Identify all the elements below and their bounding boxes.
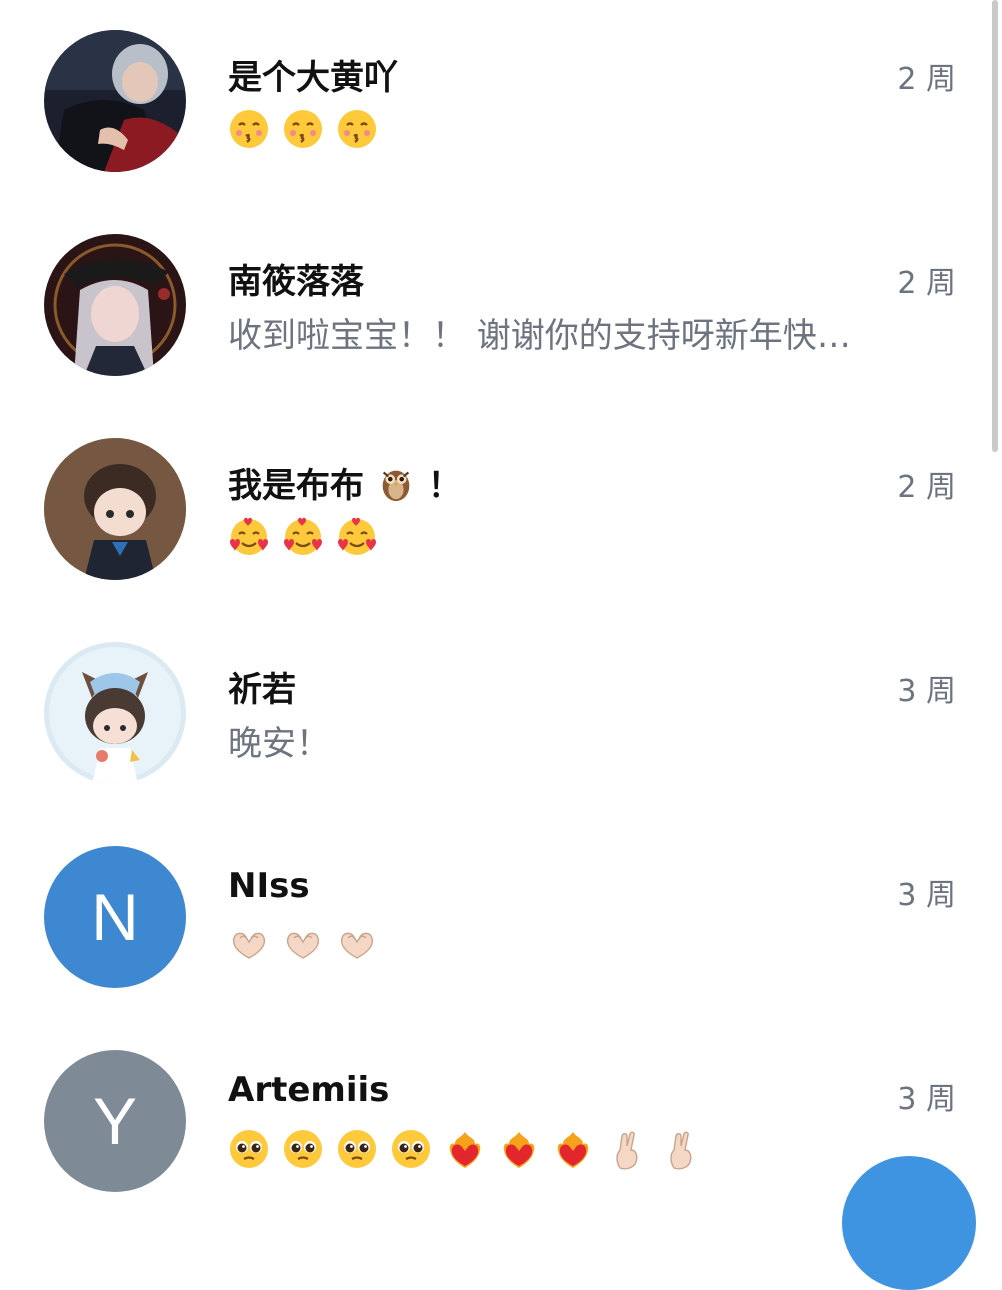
crossed-fingers-emoji [616, 1131, 638, 1170]
chat-preview [228, 516, 378, 558]
chat-row[interactable]: 我是布布 ！ 2 周 [0, 408, 980, 608]
chat-name: 我是布布 ！ [228, 458, 462, 507]
chat-name-suffix: ！ [427, 466, 462, 506]
chat-name: 南筱落落 [228, 262, 364, 302]
chat-name: 是个大黄吖 [228, 58, 398, 98]
kissing-face-emoji [338, 110, 376, 148]
chat-name: NIss [228, 866, 310, 906]
chat-preview: 晚安！ [228, 724, 330, 764]
smiling-face-with-hearts-emoji [284, 517, 322, 555]
owl-emoji [382, 470, 410, 502]
chat-preview [228, 924, 378, 966]
chat-row[interactable]: N NIss 3 周 [0, 816, 980, 1016]
heart-hands-emoji [232, 932, 266, 959]
chat-preview: 收到啦宝宝！！ 谢谢你的支持呀新年快乐！ [228, 316, 878, 356]
pleading-face-emoji [230, 1130, 268, 1168]
smiling-face-with-hearts-emoji [338, 517, 376, 555]
heart-hands-emoji [340, 932, 374, 959]
pleading-face-emoji [284, 1130, 322, 1168]
avatar: N [44, 846, 186, 988]
chat-time: 2 周 [897, 470, 956, 505]
avatar [44, 234, 186, 376]
heart-hands-emoji [286, 932, 320, 959]
chat-name-text: 我是布布 [228, 466, 364, 506]
pleading-face-emoji [338, 1130, 376, 1168]
avatar: Y [44, 1050, 186, 1192]
heart-on-fire-emoji [503, 1132, 535, 1168]
chat-name: Artemiis [228, 1070, 390, 1110]
kissing-face-emoji [230, 110, 268, 148]
chat-preview [228, 108, 378, 150]
kissing-face-emoji [284, 110, 322, 148]
chat-list[interactable]: 是个大黄吖 2 周 南筱落落 2 周 收到啦宝宝！！ 谢谢你的支持呀新年快乐！ [0, 0, 1002, 1200]
avatar-image [44, 30, 186, 172]
chat-preview [228, 1128, 702, 1170]
avatar [44, 30, 186, 172]
avatar-image [44, 438, 186, 580]
avatar-letter: N [44, 846, 186, 988]
compose-button[interactable] [842, 1156, 976, 1290]
chat-row[interactable]: 祈若 3 周 晚安！ [0, 612, 980, 812]
chat-row[interactable]: 南筱落落 2 周 收到啦宝宝！！ 谢谢你的支持呀新年快乐！ [0, 204, 980, 404]
avatar [44, 642, 186, 784]
avatar [44, 438, 186, 580]
chat-time: 2 周 [897, 266, 956, 301]
heart-on-fire-emoji [449, 1132, 481, 1168]
smiling-face-with-hearts-emoji [230, 517, 268, 555]
scrollbar[interactable] [992, 0, 998, 452]
chat-time: 3 周 [897, 878, 956, 913]
heart-on-fire-emoji [557, 1132, 589, 1168]
chat-time: 3 周 [897, 674, 956, 709]
avatar-image [44, 234, 186, 376]
chat-row[interactable]: 是个大黄吖 2 周 [0, 0, 980, 200]
avatar-image [44, 642, 186, 784]
chat-name: 祈若 [228, 670, 296, 710]
crossed-fingers-emoji [670, 1131, 692, 1170]
chat-row[interactable]: Y Artemiis 3 周 [0, 1020, 980, 1220]
pleading-face-emoji [392, 1130, 430, 1168]
chat-time: 3 周 [897, 1082, 956, 1117]
chat-time: 2 周 [897, 62, 956, 97]
avatar-letter: Y [44, 1050, 186, 1192]
